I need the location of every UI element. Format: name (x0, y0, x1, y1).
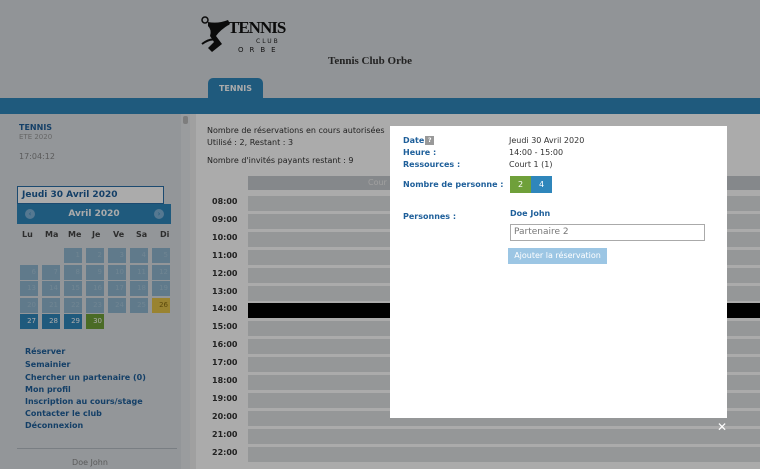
help-icon: ? (425, 136, 435, 145)
ressources-label: Ressources : (403, 160, 461, 169)
partner-2-input[interactable]: Partenaire 2 (510, 224, 705, 241)
personnes-label: Personnes : (403, 212, 457, 221)
date-label: Date? (403, 136, 435, 145)
person-1-name: Doe John (510, 209, 551, 218)
add-reservation-button[interactable]: Ajouter la réservation (508, 248, 607, 264)
nb-personnes-2-button[interactable]: 2 (510, 176, 531, 193)
heure-value: 14:00 - 15:00 (509, 148, 564, 157)
date-label-text: Date (403, 136, 425, 145)
close-icon[interactable]: ✕ (716, 420, 728, 434)
ressources-value: Court 1 (1) (509, 160, 553, 169)
reservation-modal: Date? Jeudi 30 Avril 2020 Heure : 14:00 … (390, 126, 727, 418)
nb-personnes-label: Nombre de personne : (403, 180, 504, 189)
nb-personnes-4-button[interactable]: 4 (531, 176, 552, 193)
heure-label: Heure : (403, 148, 437, 157)
date-value: Jeudi 30 Avril 2020 (509, 136, 585, 145)
